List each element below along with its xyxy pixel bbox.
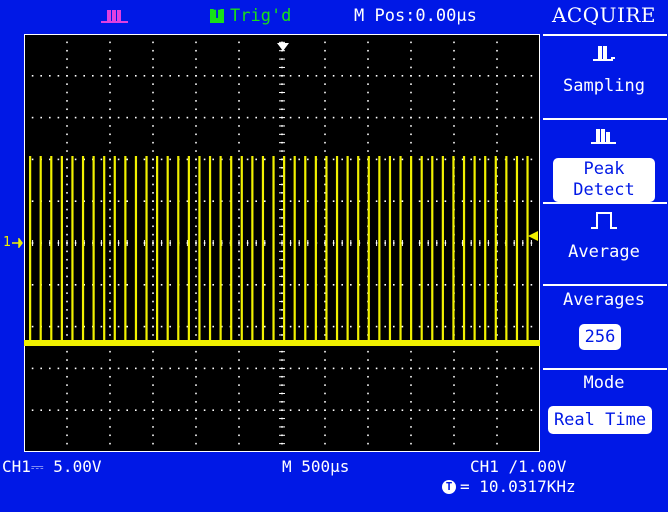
sampling-pulse-icon: [593, 46, 615, 61]
mode-button[interactable]: Mode Real Time: [540, 370, 668, 452]
timebase: M 500µs: [282, 457, 350, 476]
sampling-label: Sampling: [563, 76, 645, 96]
ch1-marker-arrow-icon: [12, 238, 23, 248]
run-state-pulse-icon: [101, 10, 128, 23]
trigger-setting: CH1 ∕1.00V: [470, 457, 567, 476]
average-button[interactable]: Average: [540, 204, 668, 284]
peak-detect-button[interactable]: Peak Detect: [540, 120, 668, 202]
trigger-status: Trig'd: [230, 6, 292, 26]
peak-detect-label: Peak Detect: [573, 159, 635, 200]
ch1-scale: CH1⎓ 5.00V: [2, 457, 102, 476]
sampling-button[interactable]: Sampling: [540, 36, 668, 118]
baseline: [24, 340, 540, 346]
peak-detect-selected: Peak Detect: [553, 158, 655, 202]
menu-title: ACQUIRE: [551, 3, 657, 27]
frequency-readout: = 10.0317KHz: [460, 477, 576, 496]
averages-label: Averages: [563, 290, 645, 310]
average-pulse-icon: [591, 212, 617, 229]
waveform-display: [24, 34, 540, 452]
mode-label: Mode: [583, 373, 625, 393]
ch1-ground-marker: 1: [3, 235, 11, 250]
mode-value: Real Time: [548, 406, 652, 434]
trigger-position-marker: [277, 43, 289, 51]
averages-button[interactable]: Averages 256: [540, 286, 668, 366]
trigger-level-marker: [528, 231, 538, 241]
average-label: Average: [568, 242, 640, 262]
frequency-trigger-icon: T: [442, 480, 456, 494]
trigger-icon: T: [210, 7, 224, 23]
acquire-menu: ACQUIRE Sampling Peak Detect Average Ave…: [540, 0, 668, 512]
horizontal-position: M Pos:0.00µs: [354, 6, 477, 26]
averages-value: 256: [579, 324, 621, 350]
top-status-bar: T Trig'd M Pos:0.00µs: [0, 0, 540, 30]
ch1-waveform-trace: [24, 156, 540, 346]
peak-detect-pulse-icon: [591, 129, 616, 144]
